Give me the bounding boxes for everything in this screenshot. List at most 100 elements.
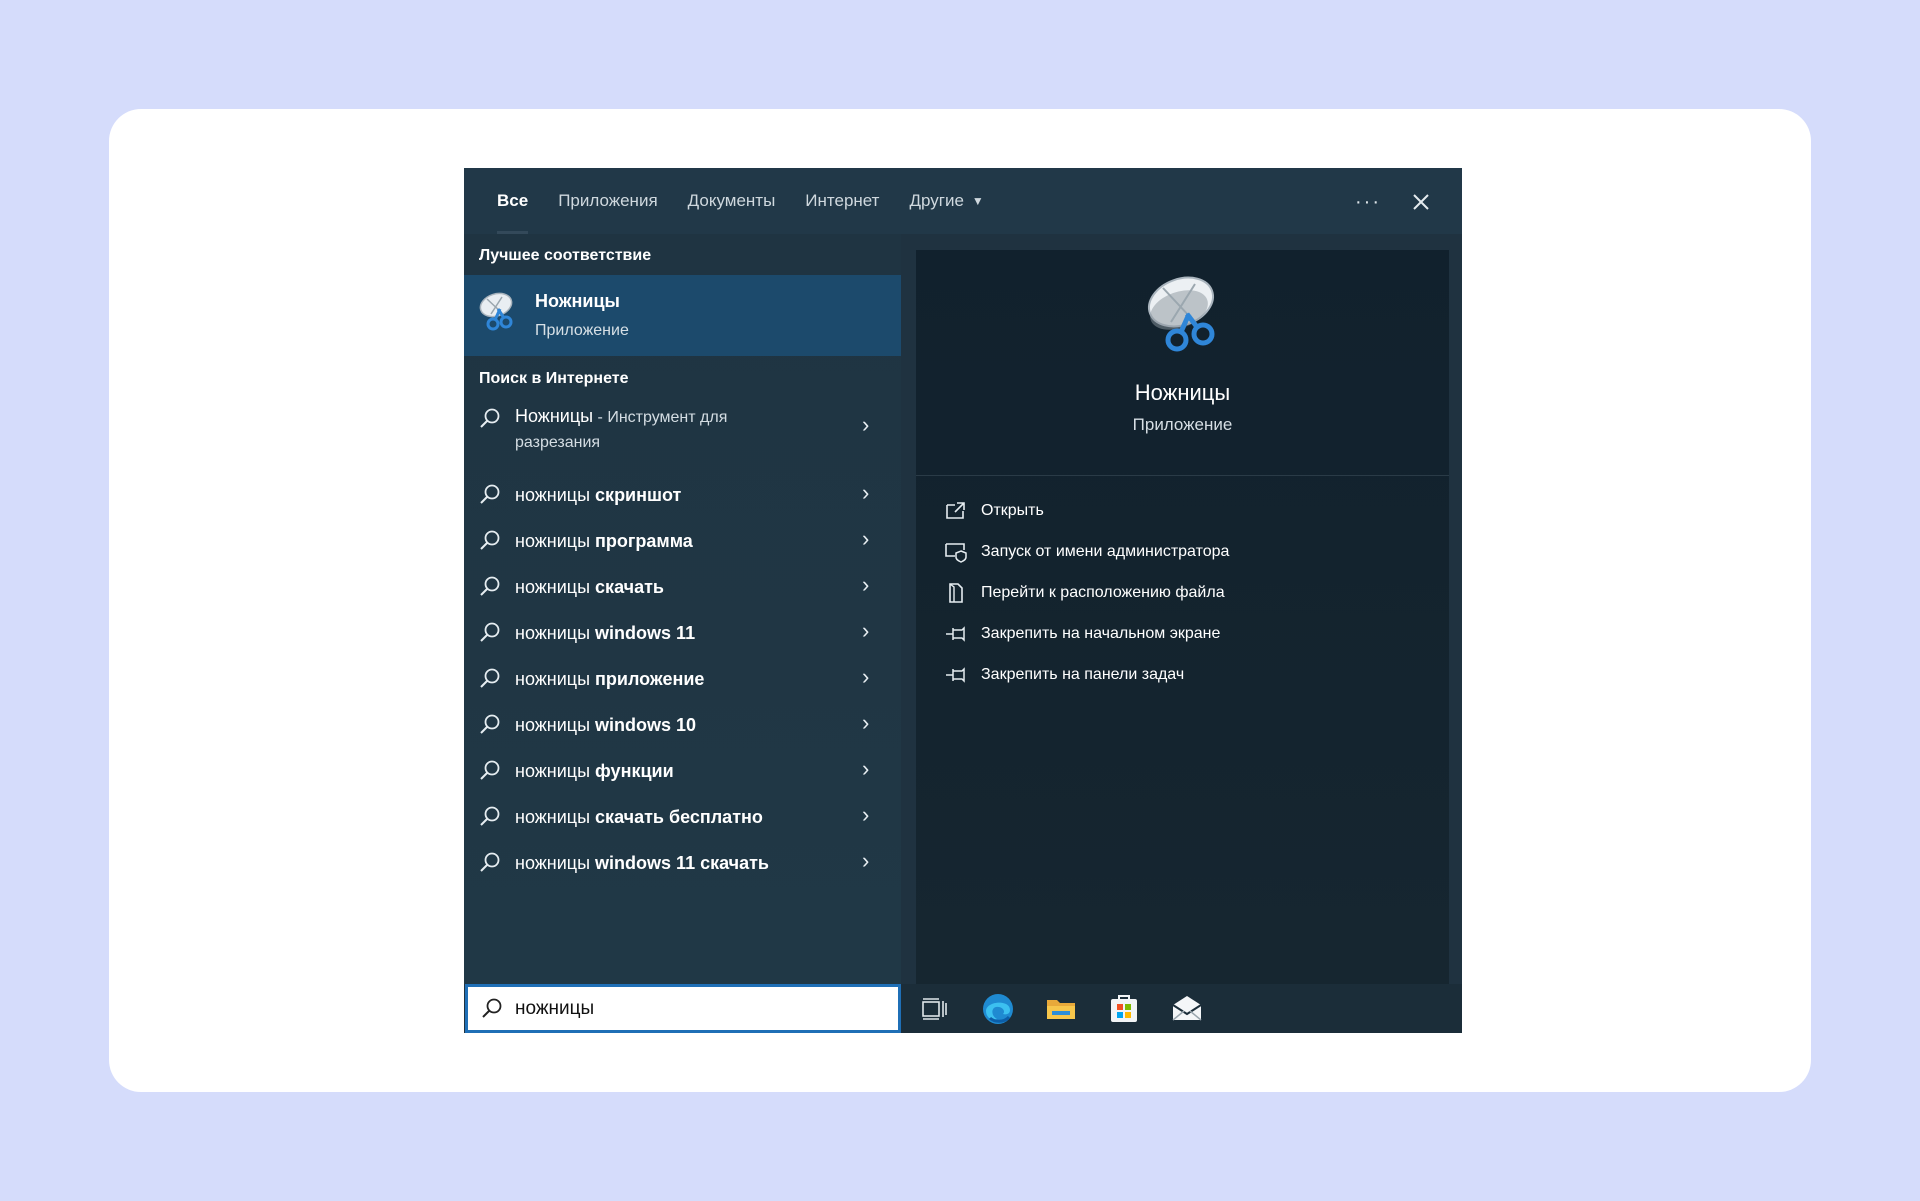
suggestion-query: ножницы [515,715,596,735]
filter-tabs: Все Приложения Документы Интернет Другие… [482,168,999,234]
best-match-type: Приложение [535,322,629,339]
chevron-right-icon: › [862,618,870,643]
detail-pane: Ножницы Приложение Открыть Запуск от име… [916,250,1449,984]
suggestion-query: ножницы [515,853,596,873]
action-label: Перейти к расположению файла [981,584,1225,601]
run-as-admin-icon [945,543,967,563]
chevron-right-icon: › [862,756,870,781]
chevron-right-icon: › [862,664,870,689]
suggestion-query: ножницы [515,531,596,551]
suggestion-query: ножницы [515,807,596,827]
suggestion-text: ножницы windows 10 [515,715,696,736]
best-match-name: Ножницы [535,291,620,311]
more-options-button[interactable]: ··· [1348,182,1388,222]
taskbar [901,984,1462,1033]
suggestion-description-line2: разрезания [515,434,601,451]
divider [916,475,1449,476]
snipping-tool-icon [479,292,513,331]
chevron-right-icon: › [862,412,870,437]
search-icon [480,576,500,596]
tab-label: Все [497,191,529,210]
suggestion-text: ножницы windows 11 [515,623,695,644]
store-button[interactable] [1106,991,1142,1027]
chevron-right-icon: › [862,710,870,735]
search-input[interactable] [515,996,885,1022]
search-icon [480,806,500,826]
suggestion-query: ножницы [515,761,596,781]
pin-start-action[interactable]: Закрепить на начальном экране [944,619,1220,649]
tab-label: Документы [687,191,776,210]
suggestion-text: ножницы скачать бесплатно [515,807,763,828]
search-icon [480,484,500,504]
suggestion-query: ножницы [515,485,596,505]
web-search-heading: Поиск в Интернете [479,370,629,387]
file-location-icon [949,583,963,603]
search-icon [480,408,500,428]
web-suggestion[interactable]: ножницы скриншот › [464,477,901,517]
more-icon: ··· [1355,190,1381,213]
detail-app-type: Приложение [1132,415,1233,434]
results-list: Лучшее соответствие Ножницы Приложение П… [464,234,901,984]
mail-button[interactable] [1169,991,1205,1027]
search-icon [482,998,502,1018]
action-label: Открыть [981,502,1044,519]
web-suggestion[interactable]: ножницы скачать › [464,569,901,609]
suggestion-completion: приложение [595,669,705,689]
action-label: Закрепить на начальном экране [981,625,1221,642]
web-suggestion[interactable]: ножницы программа › [464,523,901,563]
tab-all[interactable]: Все [482,168,543,234]
file-explorer-icon [1047,1000,1075,1019]
caret-down-icon: ▼ [971,194,984,208]
tab-web[interactable]: Интернет [790,168,894,234]
best-match-heading: Лучшее соответствие [479,247,652,264]
suggestion-completion: windows 11 скачать [595,853,769,873]
file-explorer-button[interactable] [1043,991,1079,1027]
chevron-right-icon: › [862,848,870,873]
suggestion-completion: скачать бесплатно [595,807,763,827]
suggestion-text: ножницы функции [515,761,674,782]
detail-app-name: Ножницы [1134,380,1231,405]
open-action[interactable]: Открыть [944,496,1044,526]
suggestion-text: ножницы приложение [515,669,704,690]
mail-icon [1172,996,1202,1021]
search-icon [480,852,500,872]
task-view-button[interactable] [917,991,953,1027]
pin-icon [946,626,965,642]
suggestion-query: ножницы [515,623,596,643]
suggestion-query: ножницы [515,669,596,689]
run-as-admin-action[interactable]: Запуск от имени администратора [944,537,1229,567]
suggestion-completion: windows 11 [595,623,696,643]
suggestion-query: ножницы [515,577,596,597]
best-match-item[interactable]: Ножницы Приложение [464,275,901,356]
pin-taskbar-action[interactable]: Закрепить на панели задач [944,660,1184,690]
chevron-right-icon: › [862,572,870,597]
search-icon [480,714,500,734]
web-suggestion[interactable]: ножницы скачать бесплатно › [464,799,901,839]
suggestion-text: ножницы скачать [515,577,664,598]
search-icon [480,622,500,642]
web-suggestion[interactable]: ножницы windows 11 скачать › [464,845,901,885]
web-suggestion[interactable]: ножницы windows 10 › [464,707,901,747]
search-icon [480,760,500,780]
task-view-icon [922,998,947,1020]
tab-apps[interactable]: Приложения [543,168,672,234]
tab-documents[interactable]: Документы [673,168,791,234]
web-suggestion[interactable]: ножницы функции › [464,753,901,793]
search-box[interactable] [465,984,901,1033]
edge-button[interactable] [980,991,1016,1027]
chevron-right-icon: › [862,802,870,827]
web-suggestion[interactable]: ножницы приложение › [464,661,901,701]
tab-label: Другие [909,191,964,210]
web-suggestion[interactable]: ножницы windows 11 › [464,615,901,655]
search-icon [480,530,500,550]
search-icon [480,668,500,688]
search-header: Все Приложения Документы Интернет Другие… [464,168,1462,234]
store-icon [1111,995,1137,1022]
suggestion-query: Ножницы [515,406,594,426]
file-location-action[interactable]: Перейти к расположению файла [944,578,1225,608]
tab-more[interactable]: Другие ▼ [894,168,998,234]
close-button[interactable] [1401,182,1441,222]
suggestion-text: ножницы windows 11 скачать [515,853,769,874]
snipping-tool-icon [1148,276,1215,352]
web-suggestion[interactable]: Ножницы - Инструмент для разрезания › [464,402,901,462]
